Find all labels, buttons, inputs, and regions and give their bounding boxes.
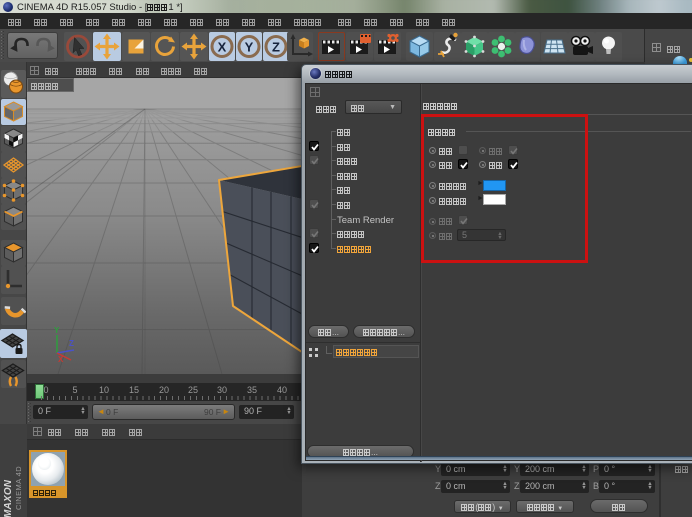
svg-text:Z: Z [272,40,280,55]
svg-text:Z: Z [69,339,74,348]
svg-text:X: X [58,355,64,364]
svg-text:Y: Y [54,326,60,335]
svg-text:X: X [218,40,227,55]
svg-text:Y: Y [245,40,254,55]
